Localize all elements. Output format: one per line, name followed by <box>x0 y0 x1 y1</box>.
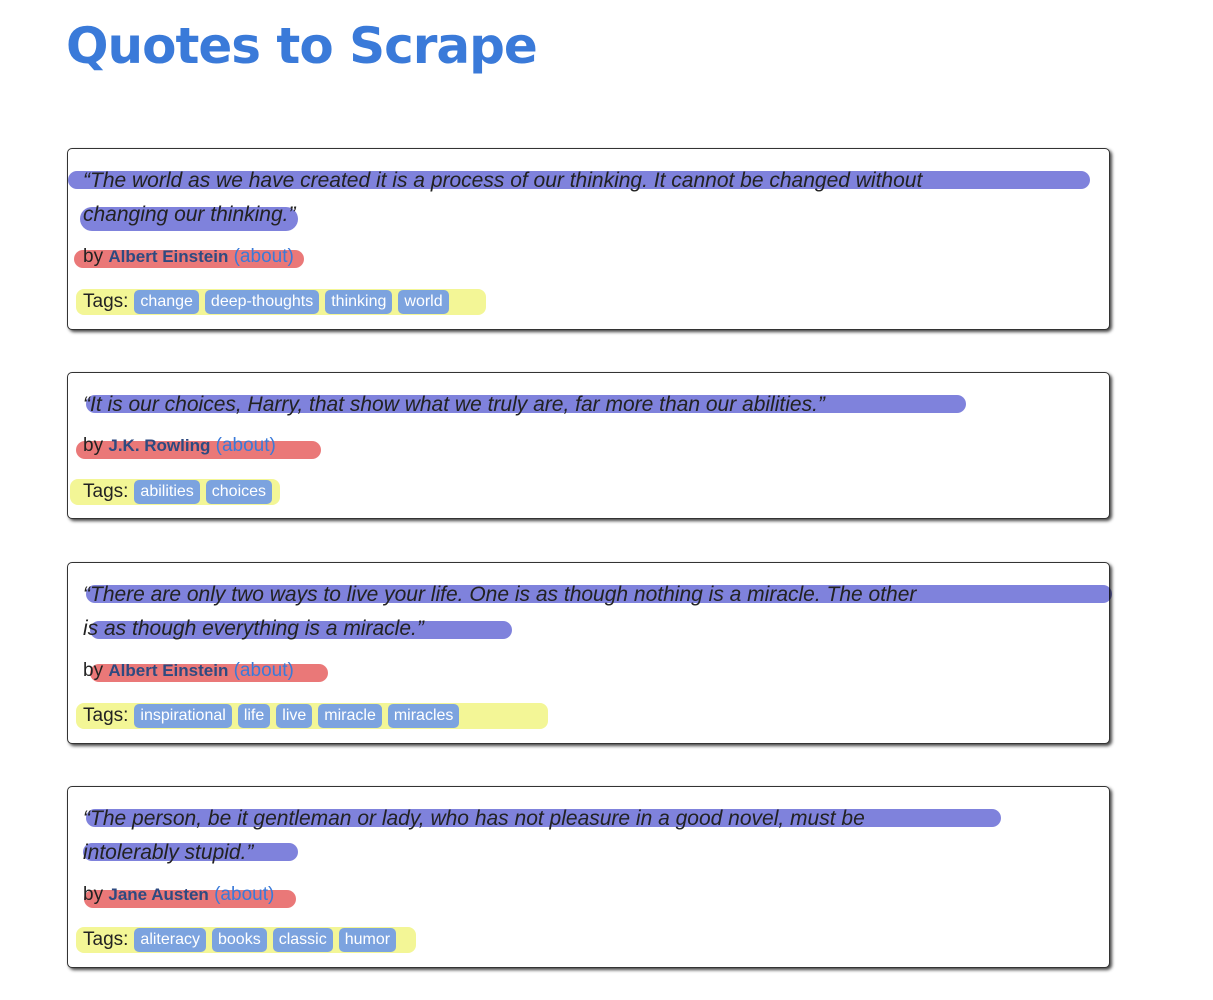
by-label: by <box>83 884 104 905</box>
quote-text-line: “It is our choices, Harry, that show wha… <box>83 393 825 416</box>
author-name: Albert Einstein <box>108 247 229 266</box>
quote-card: “It is our choices, Harry, that show wha… <box>67 372 1110 519</box>
tag-abilities[interactable]: abilities <box>134 480 200 504</box>
byline: by Albert Einstein (about) <box>83 659 294 683</box>
tags-label: Tags: <box>83 705 129 726</box>
tag-miracles[interactable]: miracles <box>387 704 460 728</box>
tag-change[interactable]: change <box>134 290 199 314</box>
author-about-link[interactable]: (about) <box>216 435 276 456</box>
tags-label: Tags: <box>83 481 129 502</box>
quote-text-line: “There are only two ways to live your li… <box>83 583 917 606</box>
quote-text-line: is as though everything is a miracle.” <box>83 617 424 640</box>
byline: by Jane Austen (about) <box>83 883 274 907</box>
by-label: by <box>83 660 104 681</box>
tag-classic[interactable]: classic <box>272 928 333 952</box>
author-name: J.K. Rowling <box>108 436 211 455</box>
tag-choices[interactable]: choices <box>205 480 273 504</box>
quote-card: “There are only two ways to live your li… <box>67 562 1112 744</box>
tag-inspirational[interactable]: inspirational <box>134 704 232 728</box>
quote-text-line: “The person, be it gentleman or lady, wh… <box>83 807 865 830</box>
tags-row: Tags: aliteracy books classic humor <box>83 927 402 953</box>
tag-miracle[interactable]: miracle <box>318 704 382 728</box>
quote-card: “The world as we have created it is a pr… <box>67 148 1110 330</box>
tag-world[interactable]: world <box>398 290 449 314</box>
tags-label: Tags: <box>83 291 129 312</box>
quote-text: “The person, be it gentleman or lady, wh… <box>83 802 1098 870</box>
author-name: Albert Einstein <box>108 661 229 680</box>
quote-text-line: “The world as we have created it is a pr… <box>83 169 923 192</box>
tag-thinking[interactable]: thinking <box>325 290 393 314</box>
tags-row: Tags: inspirational life live miracle mi… <box>83 703 465 729</box>
tag-life[interactable]: life <box>237 704 271 728</box>
tags-row: Tags: abilities choices <box>83 479 278 505</box>
author-name: Jane Austen <box>108 885 209 904</box>
tags-label: Tags: <box>83 929 129 950</box>
tag-live[interactable]: live <box>276 704 313 728</box>
by-label: by <box>83 246 104 267</box>
tag-humor[interactable]: humor <box>338 928 397 952</box>
author-about-link[interactable]: (about) <box>214 884 274 905</box>
author-about-link[interactable]: (about) <box>234 246 294 267</box>
tags-row: Tags: change deep-thoughts thinking worl… <box>83 289 455 315</box>
quote-card: “The person, be it gentleman or lady, wh… <box>67 786 1110 968</box>
tag-books[interactable]: books <box>212 928 267 952</box>
quote-text-line: changing our thinking.” <box>83 203 296 226</box>
by-label: by <box>83 435 104 456</box>
author-about-link[interactable]: (about) <box>234 660 294 681</box>
tag-aliteracy[interactable]: aliteracy <box>134 928 206 952</box>
site-title[interactable]: Quotes to Scrape <box>66 14 538 78</box>
tag-deep-thoughts[interactable]: deep-thoughts <box>204 290 320 314</box>
byline: by Albert Einstein (about) <box>83 245 294 269</box>
quote-text: “There are only two ways to live your li… <box>83 578 1098 646</box>
quote-text-line: intolerably stupid.” <box>83 841 254 864</box>
quote-text: “The world as we have created it is a pr… <box>83 164 1098 232</box>
byline: by J.K. Rowling (about) <box>83 434 276 458</box>
quote-text: “It is our choices, Harry, that show wha… <box>83 388 1098 422</box>
